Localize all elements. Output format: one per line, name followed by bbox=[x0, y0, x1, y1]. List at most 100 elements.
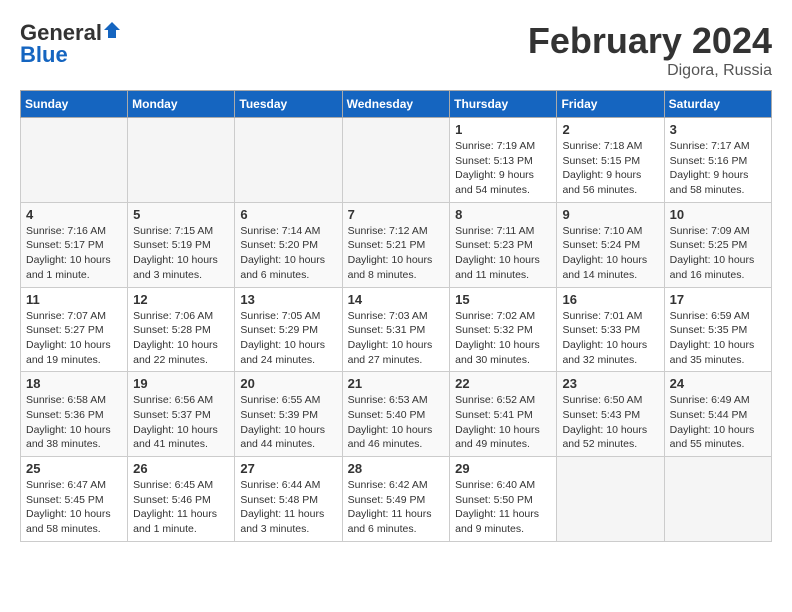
day-number: 22 bbox=[455, 376, 551, 391]
day-info: Sunrise: 6:42 AMSunset: 5:49 PMDaylight:… bbox=[348, 478, 445, 537]
day-info: Sunrise: 7:10 AMSunset: 5:24 PMDaylight:… bbox=[562, 224, 658, 283]
day-info: Sunrise: 7:19 AMSunset: 5:13 PMDaylight:… bbox=[455, 139, 551, 198]
day-info: Sunrise: 7:16 AMSunset: 5:17 PMDaylight:… bbox=[26, 224, 122, 283]
calendar-cell: 18 Sunrise: 6:58 AMSunset: 5:36 PMDayligh… bbox=[21, 372, 128, 457]
calendar-cell: 27 Sunrise: 6:44 AMSunset: 5:48 PMDayligh… bbox=[235, 457, 342, 542]
logo-blue: Blue bbox=[20, 42, 68, 67]
day-info: Sunrise: 7:01 AMSunset: 5:33 PMDaylight:… bbox=[562, 309, 658, 368]
day-number: 15 bbox=[455, 292, 551, 307]
calendar-cell: 7 Sunrise: 7:12 AMSunset: 5:21 PMDaylight… bbox=[342, 202, 450, 287]
title-block: February 2024 Digora, Russia bbox=[528, 20, 772, 80]
calendar-cell bbox=[21, 118, 128, 203]
day-info: Sunrise: 7:12 AMSunset: 5:21 PMDaylight:… bbox=[348, 224, 445, 283]
day-info: Sunrise: 7:03 AMSunset: 5:31 PMDaylight:… bbox=[348, 309, 445, 368]
day-number: 5 bbox=[133, 207, 229, 222]
calendar-cell: 21 Sunrise: 6:53 AMSunset: 5:40 PMDayligh… bbox=[342, 372, 450, 457]
calendar-cell: 3 Sunrise: 7:17 AMSunset: 5:16 PMDaylight… bbox=[664, 118, 771, 203]
calendar-cell: 2 Sunrise: 7:18 AMSunset: 5:15 PMDaylight… bbox=[557, 118, 664, 203]
day-info: Sunrise: 6:56 AMSunset: 5:37 PMDaylight:… bbox=[133, 393, 229, 452]
calendar-cell: 20Sunrise: 6:55 AMSunset: 5:39 PMDayligh… bbox=[235, 372, 342, 457]
day-number: 27 bbox=[240, 461, 336, 476]
calendar-cell: 4 Sunrise: 7:16 AMSunset: 5:17 PMDaylight… bbox=[21, 202, 128, 287]
day-number: 10 bbox=[670, 207, 766, 222]
calendar-cell bbox=[128, 118, 235, 203]
day-info: Sunrise: 7:05 AMSunset: 5:29 PMDaylight:… bbox=[240, 309, 336, 368]
calendar-cell: 15Sunrise: 7:02 AMSunset: 5:32 PMDayligh… bbox=[450, 287, 557, 372]
day-number: 25 bbox=[26, 461, 122, 476]
calendar-cell: 26 Sunrise: 6:45 AMSunset: 5:46 PMDayligh… bbox=[128, 457, 235, 542]
main-title: February 2024 bbox=[528, 20, 772, 62]
day-number: 13 bbox=[240, 292, 336, 307]
calendar-cell: 12Sunrise: 7:06 AMSunset: 5:28 PMDayligh… bbox=[128, 287, 235, 372]
calendar-cell: 25 Sunrise: 6:47 AMSunset: 5:45 PMDayligh… bbox=[21, 457, 128, 542]
page-header: General Blue February 2024 Digora, Russi… bbox=[20, 20, 772, 80]
day-number: 11 bbox=[26, 292, 122, 307]
calendar-cell: 14 Sunrise: 7:03 AMSunset: 5:31 PMDayligh… bbox=[342, 287, 450, 372]
day-number: 17 bbox=[670, 292, 766, 307]
day-info: Sunrise: 6:52 AMSunset: 5:41 PMDaylight:… bbox=[455, 393, 551, 452]
day-number: 6 bbox=[240, 207, 336, 222]
calendar-cell: 23 Sunrise: 6:50 AMSunset: 5:43 PMDayligh… bbox=[557, 372, 664, 457]
calendar-cell bbox=[235, 118, 342, 203]
day-info: Sunrise: 6:59 AMSunset: 5:35 PMDaylight:… bbox=[670, 309, 766, 368]
calendar-cell: 1 Sunrise: 7:19 AMSunset: 5:13 PMDaylight… bbox=[450, 118, 557, 203]
day-info: Sunrise: 7:14 AMSunset: 5:20 PMDaylight:… bbox=[240, 224, 336, 283]
calendar-cell: 6 Sunrise: 7:14 AMSunset: 5:20 PMDaylight… bbox=[235, 202, 342, 287]
day-info: Sunrise: 6:45 AMSunset: 5:46 PMDaylight:… bbox=[133, 478, 229, 537]
day-info: Sunrise: 7:17 AMSunset: 5:16 PMDaylight:… bbox=[670, 139, 766, 198]
day-info: Sunrise: 7:09 AMSunset: 5:25 PMDaylight:… bbox=[670, 224, 766, 283]
day-number: 7 bbox=[348, 207, 445, 222]
calendar-cell: 8 Sunrise: 7:11 AMSunset: 5:23 PMDaylight… bbox=[450, 202, 557, 287]
day-number: 16 bbox=[562, 292, 658, 307]
day-number: 20 bbox=[240, 376, 336, 391]
calendar-table: SundayMondayTuesdayWednesdayThursdayFrid… bbox=[20, 90, 772, 542]
calendar-cell: 29Sunrise: 6:40 AMSunset: 5:50 PMDayligh… bbox=[450, 457, 557, 542]
day-info: Sunrise: 6:58 AMSunset: 5:36 PMDaylight:… bbox=[26, 393, 122, 452]
calendar-cell bbox=[557, 457, 664, 542]
calendar-cell: 16 Sunrise: 7:01 AMSunset: 5:33 PMDayligh… bbox=[557, 287, 664, 372]
day-info: Sunrise: 7:18 AMSunset: 5:15 PMDaylight:… bbox=[562, 139, 658, 198]
day-number: 23 bbox=[562, 376, 658, 391]
day-info: Sunrise: 7:15 AMSunset: 5:19 PMDaylight:… bbox=[133, 224, 229, 283]
day-number: 8 bbox=[455, 207, 551, 222]
weekday-header-thursday: Thursday bbox=[450, 91, 557, 118]
calendar-cell: 13 Sunrise: 7:05 AMSunset: 5:29 PMDayligh… bbox=[235, 287, 342, 372]
day-info: Sunrise: 6:53 AMSunset: 5:40 PMDaylight:… bbox=[348, 393, 445, 452]
calendar-cell: 10 Sunrise: 7:09 AMSunset: 5:25 PMDayligh… bbox=[664, 202, 771, 287]
day-number: 2 bbox=[562, 122, 658, 137]
day-info: Sunrise: 7:07 AMSunset: 5:27 PMDaylight:… bbox=[26, 309, 122, 368]
weekday-header-sunday: Sunday bbox=[21, 91, 128, 118]
calendar-cell bbox=[664, 457, 771, 542]
day-number: 26 bbox=[133, 461, 229, 476]
calendar-cell: 11 Sunrise: 7:07 AMSunset: 5:27 PMDayligh… bbox=[21, 287, 128, 372]
logo-icon bbox=[102, 20, 122, 40]
logo: General Blue bbox=[20, 20, 122, 66]
calendar-cell bbox=[342, 118, 450, 203]
day-info: Sunrise: 6:40 AMSunset: 5:50 PMDaylight:… bbox=[455, 478, 551, 537]
day-number: 28 bbox=[348, 461, 445, 476]
day-number: 19 bbox=[133, 376, 229, 391]
day-number: 3 bbox=[670, 122, 766, 137]
day-info: Sunrise: 6:50 AMSunset: 5:43 PMDaylight:… bbox=[562, 393, 658, 452]
day-number: 14 bbox=[348, 292, 445, 307]
calendar-cell: 22 Sunrise: 6:52 AMSunset: 5:41 PMDayligh… bbox=[450, 372, 557, 457]
day-number: 24 bbox=[670, 376, 766, 391]
day-info: Sunrise: 6:44 AMSunset: 5:48 PMDaylight:… bbox=[240, 478, 336, 537]
calendar-cell: 24 Sunrise: 6:49 AMSunset: 5:44 PMDayligh… bbox=[664, 372, 771, 457]
day-number: 4 bbox=[26, 207, 122, 222]
day-info: Sunrise: 7:11 AMSunset: 5:23 PMDaylight:… bbox=[455, 224, 551, 283]
day-number: 1 bbox=[455, 122, 551, 137]
calendar-cell: 28 Sunrise: 6:42 AMSunset: 5:49 PMDayligh… bbox=[342, 457, 450, 542]
day-number: 21 bbox=[348, 376, 445, 391]
weekday-header-monday: Monday bbox=[128, 91, 235, 118]
weekday-header-wednesday: Wednesday bbox=[342, 91, 450, 118]
day-info: Sunrise: 7:06 AMSunset: 5:28 PMDaylight:… bbox=[133, 309, 229, 368]
day-number: 18 bbox=[26, 376, 122, 391]
day-number: 9 bbox=[562, 207, 658, 222]
day-info: Sunrise: 6:47 AMSunset: 5:45 PMDaylight:… bbox=[26, 478, 122, 537]
subtitle: Digora, Russia bbox=[528, 62, 772, 80]
calendar-cell: 17 Sunrise: 6:59 AMSunset: 5:35 PMDayligh… bbox=[664, 287, 771, 372]
weekday-header-friday: Friday bbox=[557, 91, 664, 118]
day-info: Sunrise: 6:49 AMSunset: 5:44 PMDaylight:… bbox=[670, 393, 766, 452]
calendar-cell: 5 Sunrise: 7:15 AMSunset: 5:19 PMDaylight… bbox=[128, 202, 235, 287]
